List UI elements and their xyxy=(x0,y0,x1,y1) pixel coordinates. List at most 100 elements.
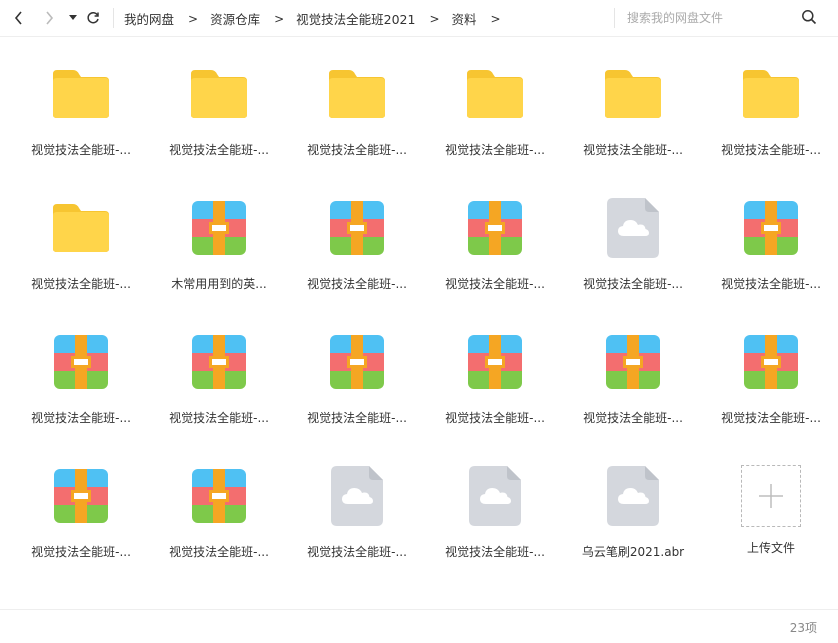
cloud-file-item[interactable]: 乌云笔刷2021.abr xyxy=(564,452,702,576)
file-label: 视觉技法全能班-... xyxy=(31,545,131,559)
file-icon-wrap xyxy=(603,62,663,126)
file-icon-wrap xyxy=(465,196,525,260)
archive-file-item[interactable]: 视觉技法全能班-... xyxy=(426,318,564,442)
file-label: 视觉技法全能班-... xyxy=(169,143,269,157)
upload-file-item[interactable]: 上传文件 xyxy=(702,452,838,576)
archive-icon xyxy=(54,335,108,389)
file-icon-wrap xyxy=(327,330,387,394)
file-icon-wrap xyxy=(189,62,249,126)
item-count: 23项 xyxy=(789,621,817,635)
archive-file-item[interactable]: 视觉技法全能班-... xyxy=(702,184,838,308)
file-icon-wrap xyxy=(189,330,249,394)
history-dropdown-button[interactable] xyxy=(63,8,83,28)
file-label: 视觉技法全能班-... xyxy=(721,143,821,157)
file-icon-wrap xyxy=(741,330,801,394)
file-label: 视觉技法全能班-... xyxy=(445,277,545,291)
file-label: 视觉技法全能班-... xyxy=(583,411,683,425)
archive-icon xyxy=(606,335,660,389)
cloud-file-icon xyxy=(607,198,659,258)
folder-item[interactable]: 视觉技法全能班-... xyxy=(564,50,702,174)
file-icon-wrap xyxy=(741,464,801,528)
archive-icon xyxy=(468,335,522,389)
file-label: 视觉技法全能班-... xyxy=(583,143,683,157)
file-label: 视觉技法全能班-... xyxy=(307,411,407,425)
breadcrumb-separator: > xyxy=(274,11,285,26)
archive-icon xyxy=(192,201,246,255)
archive-file-item[interactable]: 视觉技法全能班-... xyxy=(702,318,838,442)
file-icon-wrap xyxy=(603,464,663,528)
cloud-file-item[interactable]: 视觉技法全能班-... xyxy=(564,184,702,308)
folder-item[interactable]: 视觉技法全能班-... xyxy=(150,50,288,174)
file-label: 视觉技法全能班-... xyxy=(31,277,131,291)
file-label: 视觉技法全能班-... xyxy=(583,277,683,291)
search-input[interactable] xyxy=(627,7,797,29)
folder-item[interactable]: 视觉技法全能班-... xyxy=(426,50,564,174)
folder-icon xyxy=(53,204,109,252)
file-label: 视觉技法全能班-... xyxy=(721,277,821,291)
folder-icon xyxy=(743,70,799,118)
archive-file-item[interactable]: 视觉技法全能班-... xyxy=(288,184,426,308)
breadcrumb-item-materials[interactable]: 资料 xyxy=(452,9,477,28)
breadcrumb-separator: > xyxy=(188,11,199,26)
folder-icon xyxy=(329,70,385,118)
folder-icon xyxy=(605,70,661,118)
file-label: 视觉技法全能班-... xyxy=(445,545,545,559)
folder-icon xyxy=(191,70,247,118)
refresh-button[interactable] xyxy=(83,8,103,28)
forward-button[interactable] xyxy=(39,8,59,28)
archive-file-item[interactable]: 视觉技法全能班-... xyxy=(426,184,564,308)
file-label: 视觉技法全能班-... xyxy=(307,143,407,157)
file-icon-wrap xyxy=(327,196,387,260)
file-icon-wrap xyxy=(51,196,111,260)
file-label: 视觉技法全能班-... xyxy=(307,545,407,559)
breadcrumb-separator: > xyxy=(429,11,440,26)
status-bar: 23项 xyxy=(0,609,838,643)
search-button[interactable] xyxy=(801,9,819,27)
cloud-file-icon xyxy=(607,466,659,526)
archive-icon xyxy=(744,201,798,255)
search-icon xyxy=(802,10,817,25)
plus-icon xyxy=(759,484,783,508)
archive-file-item[interactable]: 视觉技法全能班-... xyxy=(12,452,150,576)
archive-file-item[interactable]: 视觉技法全能班-... xyxy=(150,452,288,576)
archive-file-item[interactable]: 视觉技法全能班-... xyxy=(150,318,288,442)
file-icon-wrap xyxy=(741,196,801,260)
breadcrumb-separator: > xyxy=(490,11,501,26)
cloud-file-item[interactable]: 视觉技法全能班-... xyxy=(426,452,564,576)
breadcrumb-item-course[interactable]: 视觉技法全能班2021 xyxy=(296,9,415,28)
file-label: 视觉技法全能班-... xyxy=(31,411,131,425)
folder-item[interactable]: 视觉技法全能班-... xyxy=(288,50,426,174)
archive-icon xyxy=(330,201,384,255)
file-label: 视觉技法全能班-... xyxy=(721,411,821,425)
search-divider xyxy=(614,8,615,28)
chevron-right-icon xyxy=(46,11,54,25)
archive-file-item[interactable]: 视觉技法全能班-... xyxy=(12,318,150,442)
breadcrumb-item-my-drive[interactable]: 我的网盘 xyxy=(124,9,174,28)
archive-file-item[interactable]: 木常用用到的英... xyxy=(150,184,288,308)
file-icon-wrap xyxy=(465,62,525,126)
file-label: 上传文件 xyxy=(746,541,795,555)
archive-file-item[interactable]: 视觉技法全能班-... xyxy=(288,318,426,442)
top-toolbar: 我的网盘 > 资源仓库 > 视觉技法全能班2021 > 资料 > xyxy=(0,0,838,37)
file-icon-wrap xyxy=(51,62,111,126)
back-button[interactable] xyxy=(9,8,29,28)
file-icon-wrap xyxy=(51,464,111,528)
file-icon-wrap xyxy=(603,196,663,260)
folder-item[interactable]: 视觉技法全能班-... xyxy=(12,50,150,174)
chevron-left-icon xyxy=(14,11,22,25)
archive-icon xyxy=(54,469,108,523)
folder-item[interactable]: 视觉技法全能班-... xyxy=(12,184,150,308)
archive-file-item[interactable]: 视觉技法全能班-... xyxy=(564,318,702,442)
archive-icon xyxy=(192,335,246,389)
breadcrumb: 我的网盘 > 资源仓库 > 视觉技法全能班2021 > 资料 > xyxy=(124,0,513,37)
cloud-file-icon xyxy=(331,466,383,526)
cloud-file-item[interactable]: 视觉技法全能班-... xyxy=(288,452,426,576)
file-label: 视觉技法全能班-... xyxy=(445,143,545,157)
breadcrumb-item-resource-repo[interactable]: 资源仓库 xyxy=(210,9,260,28)
folder-item[interactable]: 视觉技法全能班-... xyxy=(702,50,838,174)
folder-icon xyxy=(53,70,109,118)
archive-icon xyxy=(192,469,246,523)
upload-box[interactable] xyxy=(741,465,801,527)
file-label: 乌云笔刷2021.abr xyxy=(581,545,685,559)
file-icon-wrap xyxy=(465,330,525,394)
